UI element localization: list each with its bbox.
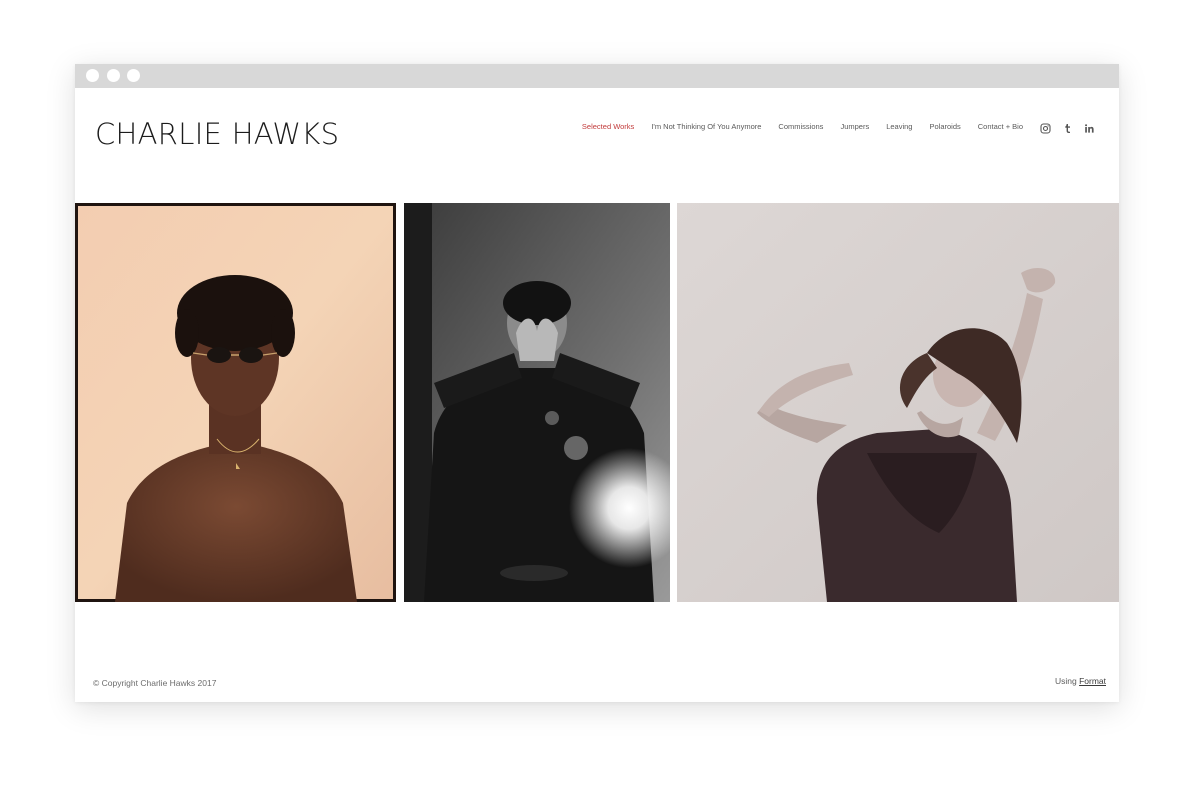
portrait-woman-dancing-hair-photo [677, 203, 1119, 602]
gallery-photo-2[interactable] [404, 203, 670, 602]
nav-item-selected-works[interactable]: Selected Works [582, 122, 634, 131]
tumblr-icon[interactable] [1062, 123, 1073, 134]
nav-item-contact-bio[interactable]: Contact + Bio [978, 122, 1023, 131]
portrait-man-sunglasses-photo [75, 203, 396, 602]
portrait-woman-hands-light-flare-photo [404, 203, 670, 602]
nav-item-commissions[interactable]: Commissions [778, 122, 823, 131]
nav-item-jumpers[interactable]: Jumpers [840, 122, 869, 131]
browser-titlebar [75, 64, 1119, 88]
gallery-photo-1[interactable] [75, 203, 396, 602]
gallery-photo-3[interactable] [677, 203, 1119, 602]
copyright-text: © Copyright Charlie Hawks 2017 [93, 678, 217, 688]
browser-window: CHARLIE HAWKS Selected Works I'm Not Thi… [75, 64, 1119, 702]
nav-item-polaroids[interactable]: Polaroids [929, 122, 960, 131]
instagram-icon[interactable] [1040, 123, 1051, 134]
nav-item-leaving[interactable]: Leaving [886, 122, 912, 131]
window-close-button[interactable] [86, 69, 99, 82]
using-credit: Using Format [1055, 676, 1106, 686]
social-links [1040, 123, 1095, 134]
main-nav: Selected Works I'm Not Thinking Of You A… [582, 122, 1023, 131]
nav-item-im-not-thinking-of-you-anymore[interactable]: I'm Not Thinking Of You Anymore [651, 122, 761, 131]
site-title[interactable]: CHARLIE HAWKS [95, 117, 339, 151]
linkedin-icon[interactable] [1084, 123, 1095, 134]
using-prefix: Using [1054, 676, 1077, 686]
format-link[interactable]: Format [1079, 676, 1106, 686]
window-minimize-button[interactable] [107, 69, 120, 82]
window-maximize-button[interactable] [127, 69, 140, 82]
